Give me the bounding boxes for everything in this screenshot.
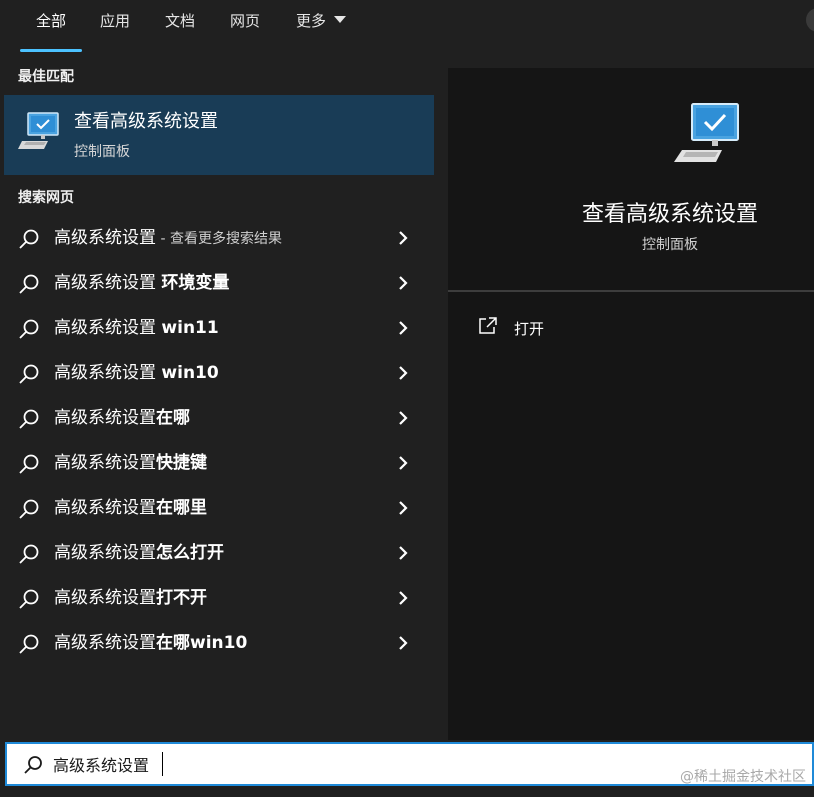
tab-more-label: 更多 xyxy=(296,12,327,30)
result-suggestion: win10 xyxy=(161,363,219,383)
search-icon xyxy=(19,499,39,519)
best-match-heading: 最佳匹配 xyxy=(18,69,74,85)
search-icon xyxy=(19,319,39,339)
monitor-settings-icon xyxy=(18,112,59,149)
search-icon xyxy=(19,274,39,294)
web-search-result[interactable]: 高级系统设置 win11 xyxy=(4,306,434,351)
web-search-result[interactable]: 高级系统设置快捷键 xyxy=(4,441,434,486)
watermark: @稀土掘金技术社区 xyxy=(680,769,806,785)
chevron-right-icon xyxy=(399,411,408,425)
result-suggestion: 打不开 xyxy=(156,588,207,608)
open-label: 打开 xyxy=(514,320,545,338)
search-bar-area: @稀土掘金技术社区 xyxy=(0,740,814,790)
web-search-result[interactable]: 高级系统设置在哪win10 xyxy=(4,621,434,666)
best-match-title: 查看高级系统设置 xyxy=(74,111,218,132)
chevron-right-icon xyxy=(399,231,408,245)
result-suggestion: 在哪win10 xyxy=(156,633,248,653)
chevron-down-icon xyxy=(334,16,347,23)
web-search-result[interactable]: 高级系统设置 环境变量 xyxy=(4,261,434,306)
result-query: 高级系统设置 xyxy=(54,363,162,383)
result-query: 高级系统设置 xyxy=(54,408,156,428)
result-query: 高级系统设置 xyxy=(54,453,156,473)
search-icon xyxy=(19,589,39,609)
chevron-right-icon xyxy=(399,501,408,515)
results-pane: 最佳匹配 查看高级系统设置 控制面板 搜索网页 高级系统设置 - 查看更多搜索结… xyxy=(0,54,434,740)
web-search-result[interactable]: 高级系统设置打不开 xyxy=(4,576,434,621)
result-suggestion: 在哪 xyxy=(156,408,190,428)
chevron-right-icon xyxy=(399,546,408,560)
text-cursor xyxy=(162,752,163,776)
result-query: 高级系统设置 xyxy=(54,633,156,653)
web-search-result[interactable]: 高级系统设置在哪里 xyxy=(4,486,434,531)
chevron-right-icon xyxy=(399,636,408,650)
filter-tabs-bar: 全部 应用 文档 网页 更多 xyxy=(0,0,814,54)
best-match-subtitle: 控制面板 xyxy=(74,144,130,160)
search-box[interactable]: @稀土掘金技术社区 xyxy=(5,742,814,786)
tab-apps-label: 应用 xyxy=(100,12,131,30)
chevron-right-icon xyxy=(399,456,408,470)
result-query: 高级系统设置 xyxy=(54,588,156,608)
best-match-item[interactable]: 查看高级系统设置 控制面板 xyxy=(4,95,434,175)
search-icon xyxy=(24,756,42,774)
detail-subtitle: 控制面板 xyxy=(642,237,698,253)
result-text: 高级系统设置 - 查看更多搜索结果 xyxy=(54,216,282,262)
result-text: 高级系统设置在哪里 xyxy=(54,486,207,532)
result-text: 高级系统设置 win10 xyxy=(54,351,219,397)
result-suggestion: 环境变量 xyxy=(161,273,230,293)
web-search-result[interactable]: 高级系统设置怎么打开 xyxy=(4,531,434,576)
search-icon xyxy=(19,454,39,474)
result-text: 高级系统设置打不开 xyxy=(54,576,207,622)
result-text: 高级系统设置怎么打开 xyxy=(54,531,224,577)
web-search-result[interactable]: 高级系统设置在哪 xyxy=(4,396,434,441)
result-text: 高级系统设置在哪 xyxy=(54,396,190,442)
result-text: 高级系统设置在哪win10 xyxy=(54,621,247,667)
result-query: 高级系统设置 xyxy=(54,273,162,293)
result-query: 高级系统设置 xyxy=(54,543,156,563)
monitor-settings-icon xyxy=(674,103,739,162)
web-search-result[interactable]: 高级系统设置 win10 xyxy=(4,351,434,396)
detail-title: 查看高级系统设置 xyxy=(581,202,758,227)
open-external-icon xyxy=(479,317,497,334)
search-icon xyxy=(19,634,39,654)
tab-documents-label: 文档 xyxy=(165,12,196,30)
chevron-right-icon xyxy=(399,366,408,380)
result-text: 高级系统设置快捷键 xyxy=(54,441,207,487)
result-suggestion: win11 xyxy=(161,318,219,338)
tab-web[interactable]: 网页 xyxy=(230,0,260,44)
chevron-right-icon xyxy=(399,321,408,335)
active-tab-indicator xyxy=(20,49,82,52)
result-suggestion: 快捷键 xyxy=(156,453,207,473)
result-suggestion: 在哪里 xyxy=(156,498,207,518)
search-input[interactable] xyxy=(53,750,753,778)
tab-all-label: 全部 xyxy=(36,12,67,30)
detail-pane: 查看高级系统设置 控制面板 打开 xyxy=(448,68,814,740)
search-icon xyxy=(19,409,39,429)
tab-more[interactable]: 更多 xyxy=(296,0,347,44)
chevron-right-icon xyxy=(399,591,408,605)
result-suggestion: 怎么打开 xyxy=(156,543,224,563)
tab-documents[interactable]: 文档 xyxy=(165,0,195,44)
chevron-right-icon xyxy=(399,276,408,290)
web-search-result[interactable]: 高级系统设置 - 查看更多搜索结果 xyxy=(4,216,434,261)
result-hint: - 查看更多搜索结果 xyxy=(156,231,282,247)
tab-web-label: 网页 xyxy=(230,12,261,30)
search-icon xyxy=(19,229,39,249)
result-text: 高级系统设置 win11 xyxy=(54,306,219,352)
result-query: 高级系统设置 xyxy=(54,228,156,248)
result-query: 高级系统设置 xyxy=(54,318,162,338)
result-query: 高级系统设置 xyxy=(54,498,156,518)
tab-apps[interactable]: 应用 xyxy=(100,0,130,44)
search-icon xyxy=(19,544,39,564)
detail-divider xyxy=(448,290,814,292)
result-text: 高级系统设置 环境变量 xyxy=(54,261,229,307)
bottom-strip xyxy=(0,790,814,797)
account-avatar[interactable] xyxy=(806,8,814,32)
tab-all[interactable]: 全部 xyxy=(36,0,66,44)
search-icon xyxy=(19,364,39,384)
web-search-heading: 搜索网页 xyxy=(18,190,74,206)
